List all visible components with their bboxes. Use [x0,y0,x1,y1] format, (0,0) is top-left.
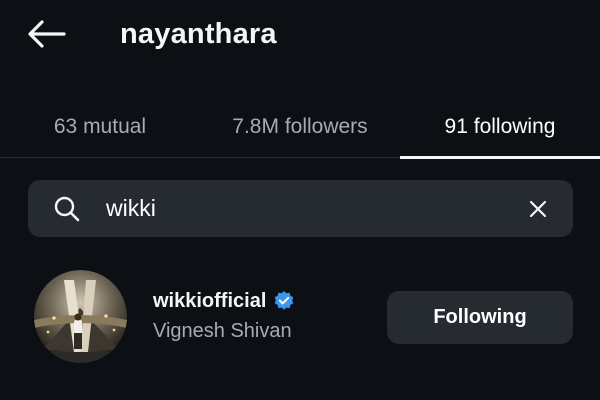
page-title: nayanthara [120,18,277,50]
avatar-image [34,270,127,363]
search-icon [54,196,80,222]
clear-search-button[interactable] [525,196,551,222]
username-line: wikkiofficial [153,288,373,314]
search-bar [28,180,573,237]
username[interactable]: wikkiofficial [153,290,266,313]
tab-followers[interactable]: 7.8M followers [200,96,400,158]
header: nayanthara [0,0,600,68]
close-icon [529,200,547,218]
tab-following[interactable]: 91 following [400,96,600,158]
arrow-left-icon [28,20,66,48]
user-info: wikkiofficial Vignesh Shivan [153,288,373,344]
back-button[interactable] [22,14,70,54]
display-name: Vignesh Shivan [153,320,292,342]
active-tab-indicator [400,156,600,159]
verified-badge-icon [275,291,294,310]
search-input[interactable] [106,192,506,225]
tab-bar: 63 mutual 7.8M followers 91 following [0,96,600,158]
tab-mutual[interactable]: 63 mutual [0,96,200,158]
list-item[interactable]: wikkiofficial Vignesh Shivan Following [0,262,600,374]
following-button[interactable]: Following [387,291,573,344]
avatar[interactable] [34,270,127,363]
following-screen: nayanthara 63 mutual 7.8M followers 91 f… [0,0,600,400]
